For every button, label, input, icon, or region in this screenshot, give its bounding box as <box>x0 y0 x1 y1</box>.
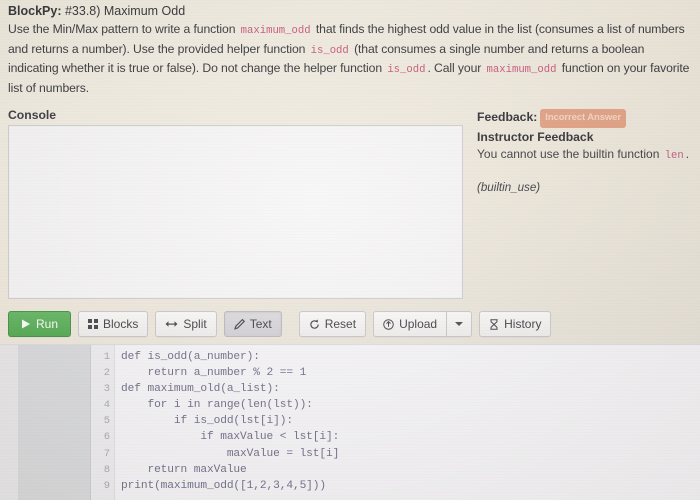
blocks-canvas-pane[interactable] <box>18 345 91 500</box>
inline-code-len: len <box>664 150 684 162</box>
feedback-message-text: You cannot use the builtin function <box>477 147 663 161</box>
run-button[interactable]: Run <box>8 311 72 337</box>
play-icon <box>21 319 31 329</box>
feedback-category-tag: (builtin_use) <box>477 181 541 194</box>
refresh-icon <box>309 319 320 330</box>
history-button[interactable]: History <box>479 311 552 337</box>
chevron-down-icon <box>455 322 464 326</box>
line-number: 6 <box>103 431 110 444</box>
reset-button-label: Reset <box>324 317 357 331</box>
inline-code-maximum-odd-1: maximum_odd <box>240 25 311 37</box>
history-button-label: History <box>504 317 542 331</box>
page-title-text: #33.8) Maximum Odd <box>61 4 186 18</box>
upload-button-label: Upload <box>399 317 438 331</box>
feedback-message: You cannot use the builtin function len. <box>477 146 692 164</box>
code-content[interactable]: def is_odd(a_number): return a_number % … <box>115 345 700 500</box>
grid-icon <box>88 319 99 329</box>
split-view-label: Split <box>183 317 207 331</box>
editor-toolbar: Run Blocks Split Text Reset Upload Histo… <box>0 311 700 337</box>
feedback-label: Feedback: <box>477 110 538 124</box>
line-number: 2 <box>103 367 110 380</box>
inline-code-maximum-odd-2: maximum_odd <box>486 64 557 76</box>
line-number: 1 <box>103 351 110 363</box>
arrows-horizontal-icon <box>165 319 178 329</box>
status-badge: Incorrect Answer <box>540 109 626 128</box>
reset-button[interactable]: Reset <box>298 311 367 337</box>
blocks-view-label: Blocks <box>103 317 139 331</box>
source-code[interactable]: def is_odd(a_number): return a_number % … <box>121 349 700 494</box>
assignment-prompt: BlockPy: #33.8) Maximum Odd Use the Min/… <box>0 0 700 97</box>
text-editor[interactable]: 1 2 3 4 5 6 7 8 9 def is_odd(a_number): … <box>91 345 700 500</box>
run-button-label: Run <box>36 317 59 331</box>
console-output[interactable] <box>8 125 463 299</box>
console-feedback-row: Console Feedback: Incorrect Answer Instru… <box>0 108 700 299</box>
line-number: 9 <box>103 479 110 492</box>
pencil-icon <box>233 318 245 330</box>
upload-dropdown-button[interactable] <box>447 311 473 337</box>
feedback-message-period: . <box>685 147 690 161</box>
console-label: Console <box>8 108 57 122</box>
assignment-instructions: Use the Min/Max pattern to write a funct… <box>8 21 692 97</box>
line-number-gutter: 1 2 3 4 5 6 7 8 9 <box>91 345 115 500</box>
editor-left-margin <box>0 345 18 500</box>
page-title-label: BlockPy: <box>8 4 62 18</box>
split-view-button[interactable]: Split <box>155 311 217 337</box>
upload-button-group: Upload <box>373 311 473 337</box>
text-view-label: Text <box>249 317 272 331</box>
instructions-part-4: . Call your <box>427 61 485 75</box>
hourglass-icon <box>489 318 499 330</box>
inline-code-is-odd-1: is_odd <box>310 44 349 57</box>
line-number: 7 <box>103 447 110 460</box>
text-view-button[interactable]: Text <box>223 311 282 337</box>
page-title: BlockPy: #33.8) Maximum Odd <box>8 4 692 19</box>
upload-circle-icon <box>383 318 394 330</box>
console-panel: Console <box>8 108 463 299</box>
feedback-subheading: Instructor Feedback <box>477 130 594 144</box>
feedback-heading: Feedback: Incorrect Answer <box>477 109 692 128</box>
inline-code-is-odd-2: is_odd <box>387 64 426 76</box>
line-number: 8 <box>103 463 110 476</box>
upload-button[interactable]: Upload <box>373 311 448 337</box>
line-number: 4 <box>103 399 110 412</box>
feedback-panel: Feedback: Incorrect Answer Instructor Fee… <box>463 108 692 194</box>
instructions-part-1: Use the Min/Max pattern to write a funct… <box>8 22 239 36</box>
code-editor-panel: 1 2 3 4 5 6 7 8 9 def is_odd(a_number): … <box>0 344 700 500</box>
line-number: 5 <box>103 415 110 428</box>
blocks-view-button[interactable]: Blocks <box>78 311 149 337</box>
line-number: 3 <box>103 383 110 396</box>
